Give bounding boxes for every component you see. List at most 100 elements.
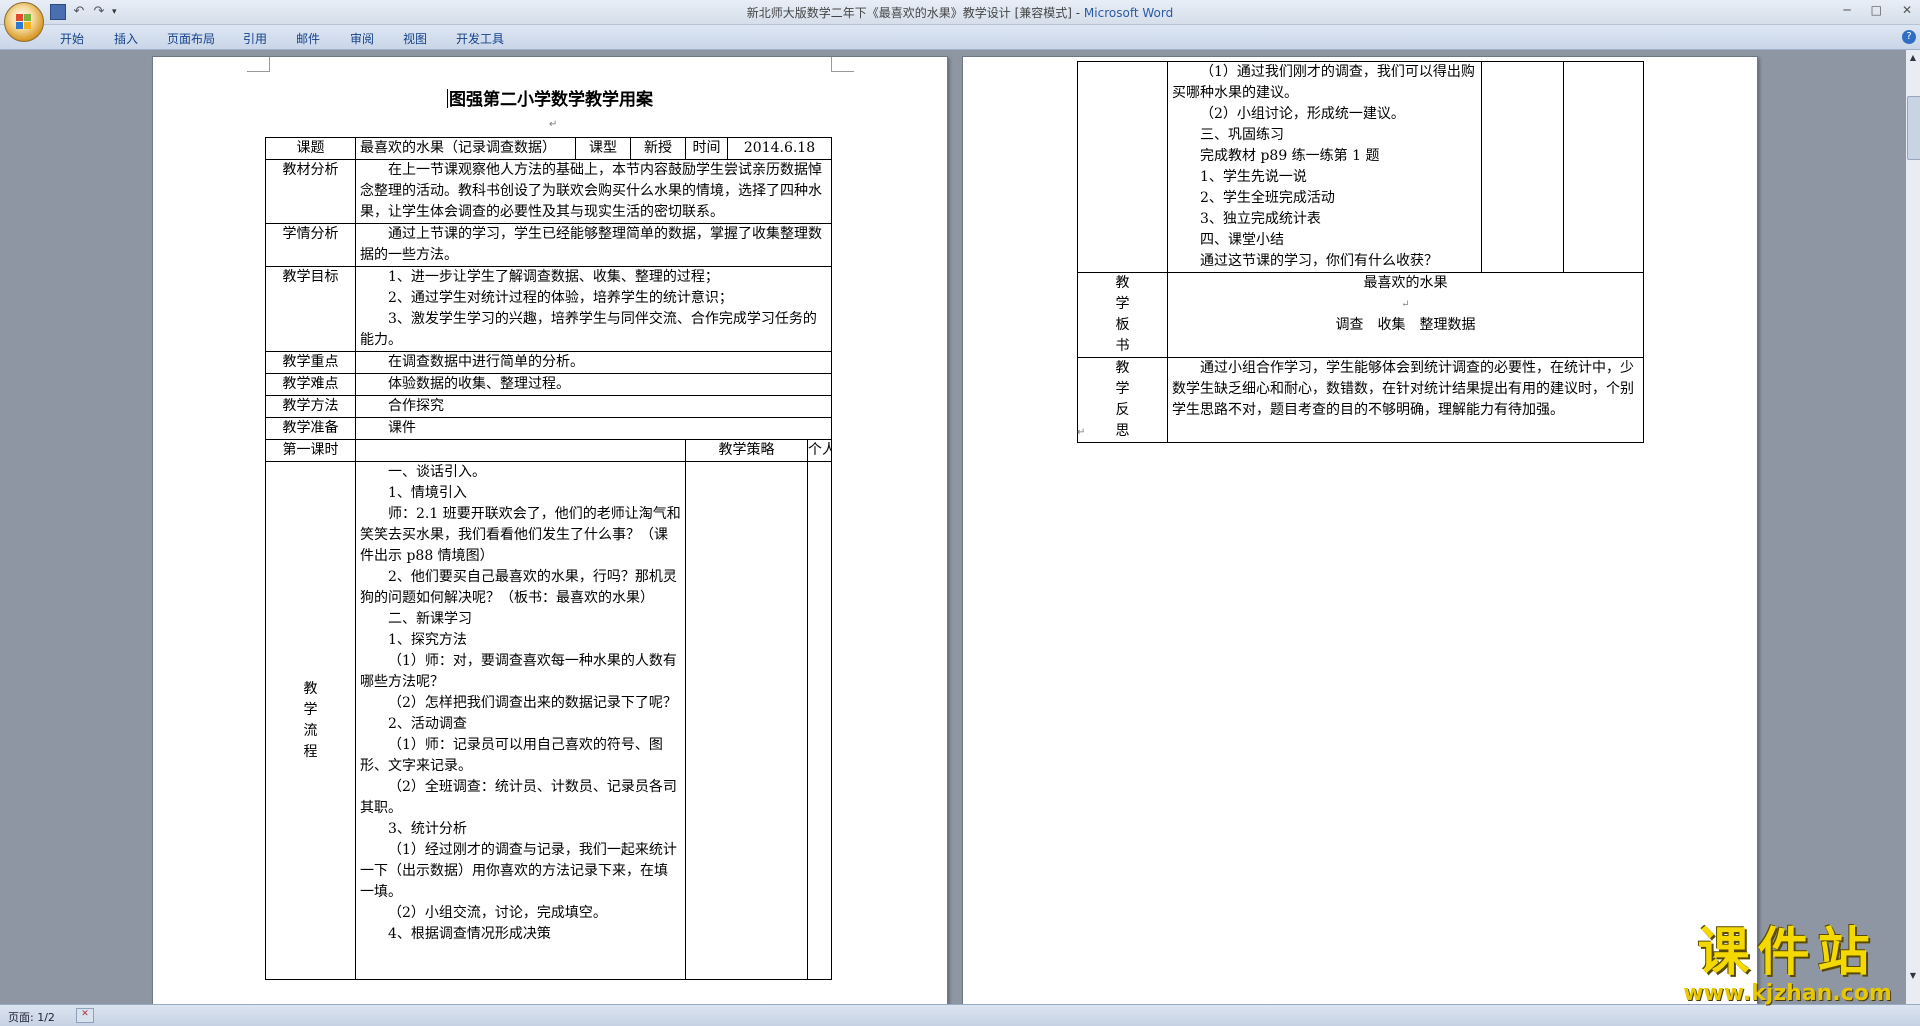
table-row: 教学重点 在调查数据中进行简单的分析。 (265, 351, 833, 374)
table-row: 教 学 流 程 一、谈话引入。 1、情境引入 师：2.1 班要开联欢会了，他们的… (265, 461, 833, 980)
process-line: 完成教材 p89 练一练第 1 题 (1200, 148, 1380, 164)
process-line: 1、探究方法 (388, 632, 467, 648)
help-icon[interactable]: ? (1902, 30, 1916, 44)
process-line: （1）师：记录员可以用自己喜欢的符号、图形、文字来记录。 (360, 737, 663, 774)
maximize-button[interactable]: □ (1871, 3, 1882, 17)
difficulty-label: 教学难点 (265, 373, 356, 396)
board-label-char: 教 (1115, 275, 1130, 291)
title-bar: ↶ ↷ ▾ 新北师大版数学二年下《最喜欢的水果》教学设计 [兼容模式] - Mi… (0, 0, 1920, 25)
time-label: 时间 (685, 137, 728, 160)
time-value[interactable]: 2014.6.18 (726, 137, 833, 160)
close-button[interactable]: ✕ (1902, 3, 1912, 17)
key-point-label: 教学重点 (265, 351, 356, 374)
material-text[interactable]: 在上一节课观察他人方法的基础上，本节内容鼓励学生尝试亲历数据悼念整理的活动。教科… (354, 159, 833, 224)
goal-item: 3、激发学生学习的兴趣，培养学生与同伴交流、合作完成学习任务的能力。 (360, 311, 817, 348)
students-text[interactable]: 通过上节课的学习，学生已经能够整理简单的数据，掌握了收集整理数据的一些方法。 (354, 223, 833, 267)
process-line: 四、课堂小结 (1200, 232, 1284, 248)
tab-view[interactable]: 视图 (403, 30, 427, 47)
process-line: 二、新课学习 (388, 611, 472, 627)
key-point-text[interactable]: 在调查数据中进行简单的分析。 (354, 351, 833, 374)
process-label-cell (1077, 61, 1168, 273)
process-line: 1、情境引入 (388, 485, 467, 501)
office-logo-icon (16, 14, 32, 30)
table-row: 教 学 反 思 通过小组合作学习，学生能够体会到统计调查的必要性，在统计中，少数… (1077, 357, 1644, 443)
table-row: 教学准备 课件 (265, 417, 833, 440)
paragraph-mark: ↵ (1401, 299, 1410, 310)
process-line: 3、独立完成统计表 (1200, 211, 1321, 227)
reflect-label-char: 学 (1115, 381, 1130, 397)
watermark-name: 课件站 (1697, 923, 1878, 983)
process-line: （2）全班调查：统计员、计数员、记录员各司其职。 (360, 779, 677, 816)
students-label: 学情分析 (265, 223, 356, 267)
window-controls: ─ □ ✕ (1843, 3, 1912, 17)
process-line: （1）经过刚才的调查与记录，我们一起来统计一下（出示数据）用你喜欢的方法记录下来… (360, 842, 677, 900)
process-line: 1、学生先说一说 (1200, 169, 1307, 185)
goals-cell[interactable]: 1、进一步让学生了解调查数据、收集、整理的过程； 2、通过学生对统计过程的体验，… (354, 266, 833, 352)
minimize-button[interactable]: ─ (1843, 3, 1850, 17)
method-text[interactable]: 合作探究 (354, 395, 833, 418)
board-keywords: 调查 收集 整理数据 (1335, 317, 1476, 333)
process-label-char: 流 (303, 722, 318, 739)
process-line: 通过这节课的学习，你们有什么收获？ (1200, 253, 1438, 269)
document-page-2: （1）通过我们刚才的调查，我们可以得出购买哪种水果的建议。 （2）小组讨论，形成… (962, 56, 1758, 1006)
process-line: 2、他们要买自己最喜欢的水果，行吗？那机灵狗的问题如何解决呢？（板书：最喜欢的水… (360, 569, 677, 606)
process-line: （2）小组讨论，形成统一建议。 (1200, 106, 1405, 122)
period-empty-cell[interactable] (355, 439, 686, 462)
type-label: 课型 (575, 137, 631, 160)
table-row: 教学难点 体验数据的收集、整理过程。 (265, 373, 833, 396)
personal-label: 个人加减 (806, 439, 833, 462)
process-label-char: 学 (303, 701, 318, 718)
process-line: 4、根据调查情况形成决策 (388, 926, 551, 942)
difficulty-text[interactable]: 体验数据的收集、整理过程。 (354, 373, 833, 396)
tab-references[interactable]: 引用 (243, 30, 267, 47)
method-label: 教学方法 (265, 395, 356, 418)
tab-insert[interactable]: 插入 (114, 30, 138, 47)
app-name: Microsoft Word (1083, 6, 1174, 20)
table-row: 学情分析 通过上节课的学习，学生已经能够整理简单的数据，掌握了收集整理数据的一些… (265, 223, 833, 267)
tab-page-layout[interactable]: 页面布局 (167, 30, 215, 47)
process-cell[interactable]: 一、谈话引入。 1、情境引入 师：2.1 班要开联欢会了，他们的老师让淘气和笑笑… (355, 461, 686, 980)
lesson-plan-table: 课题 最喜欢的水果（记录调查数据） 课型 新授 时间 2014.6.18 教材分… (265, 137, 833, 980)
personal-cell[interactable] (806, 461, 833, 980)
proofing-icon[interactable]: ✕ (76, 1008, 94, 1023)
document-title-heading[interactable]: 图强第二小学数学教学用案 (153, 85, 947, 110)
tab-review[interactable]: 审阅 (350, 30, 374, 47)
goals-label: 教学目标 (265, 266, 356, 352)
process-label-char: 程 (303, 743, 318, 760)
type-value[interactable]: 新授 (630, 137, 686, 160)
scroll-down-icon[interactable]: ▼ (1907, 970, 1919, 982)
subject-value[interactable]: 最喜欢的水果（记录调查数据） (355, 137, 576, 160)
process-cell[interactable]: （1）通过我们刚才的调查，我们可以得出购买哪种水果的建议。 （2）小组讨论，形成… (1167, 61, 1482, 273)
process-line: 一、谈话引入。 (388, 464, 486, 480)
prep-text[interactable]: 课件 (354, 417, 833, 440)
scrollbar-thumb[interactable] (1907, 96, 1920, 160)
reflect-text[interactable]: 通过小组合作学习，学生能够体会到统计调查的必要性，在统计中，少数学生缺乏细心和耐… (1167, 357, 1644, 443)
process-line: 3、统计分析 (388, 821, 467, 837)
tab-home[interactable]: 开始 (60, 30, 84, 47)
board-title: 最喜欢的水果 (1363, 275, 1448, 291)
crop-mark (247, 57, 270, 72)
process-label-cell: 教 学 流 程 (265, 461, 356, 980)
paragraph-mark: ↵ (549, 119, 558, 130)
process-label-char: 教 (303, 680, 318, 697)
strategy-cell[interactable] (685, 461, 808, 980)
strategy-cell[interactable] (1481, 61, 1564, 273)
subject-label: 课题 (265, 137, 356, 160)
process-line: （2）小组交流，讨论，完成填空。 (388, 905, 607, 921)
personal-cell[interactable] (1563, 61, 1644, 273)
table-row: 第一课时 教学策略 个人加减 (265, 439, 833, 462)
lesson-plan-table-continued: （1）通过我们刚才的调查，我们可以得出购买哪种水果的建议。 （2）小组讨论，形成… (1077, 61, 1644, 443)
document-title: 新北师大版数学二年下《最喜欢的水果》教学设计 [兼容模式] - (746, 6, 1084, 20)
board-label-char: 书 (1115, 338, 1130, 354)
board-cell[interactable]: 最喜欢的水果 ↵ 调查 收集 整理数据 (1167, 272, 1644, 358)
tab-mailings[interactable]: 邮件 (296, 30, 320, 47)
page-count[interactable]: 页面: 1/2 (8, 1009, 55, 1025)
office-button[interactable] (4, 2, 44, 42)
tab-developer[interactable]: 开发工具 (456, 30, 504, 47)
table-row: 教材分析 在上一节课观察他人方法的基础上，本节内容鼓励学生尝试亲历数据悼念整理的… (265, 159, 833, 224)
vertical-scrollbar[interactable] (1906, 50, 1920, 1010)
table-row: 教 学 板 书 最喜欢的水果 ↵ 调查 收集 整理数据 (1077, 272, 1644, 358)
scroll-up-icon[interactable]: ▲ (1907, 52, 1919, 64)
process-line: （1）通过我们刚才的调查，我们可以得出购买哪种水果的建议。 (1172, 64, 1475, 101)
process-line: （2）怎样把我们调查出来的数据记录下了呢？ (388, 695, 677, 711)
